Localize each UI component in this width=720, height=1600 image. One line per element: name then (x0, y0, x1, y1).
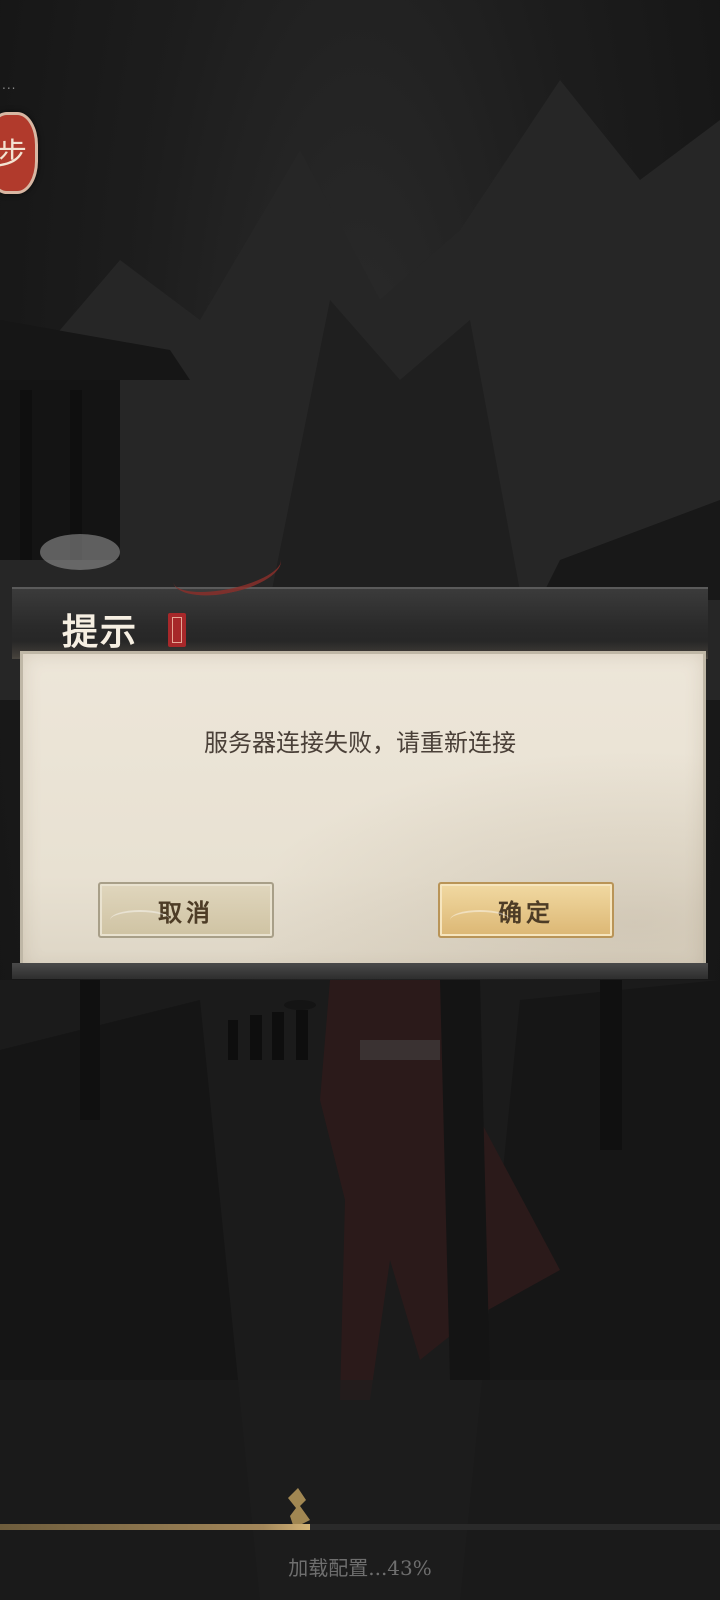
dialog-bottom-frame (12, 963, 708, 979)
stamp-icon (168, 613, 186, 647)
loading-text: 加载配置...43% (288, 1556, 432, 1580)
dialog-header: 提示 (12, 538, 708, 659)
cancel-button[interactable]: 取消 (98, 882, 274, 938)
dialog-message: 服务器连接失败，请重新连接 (204, 729, 516, 757)
game-logo-seal: 步 (0, 112, 38, 194)
loading-progress-bar (0, 1524, 720, 1530)
dialog-title: 提示 (62, 611, 139, 653)
loading-progress-fill (0, 1524, 310, 1530)
status-indicator: ... (2, 78, 17, 92)
confirm-button[interactable]: 确定 (438, 882, 614, 938)
swirl-decoration (110, 910, 170, 930)
swirl-decoration (450, 910, 510, 930)
alert-dialog: 提示 服务器连接失败，请重新连接 取消 确定 (12, 538, 708, 979)
